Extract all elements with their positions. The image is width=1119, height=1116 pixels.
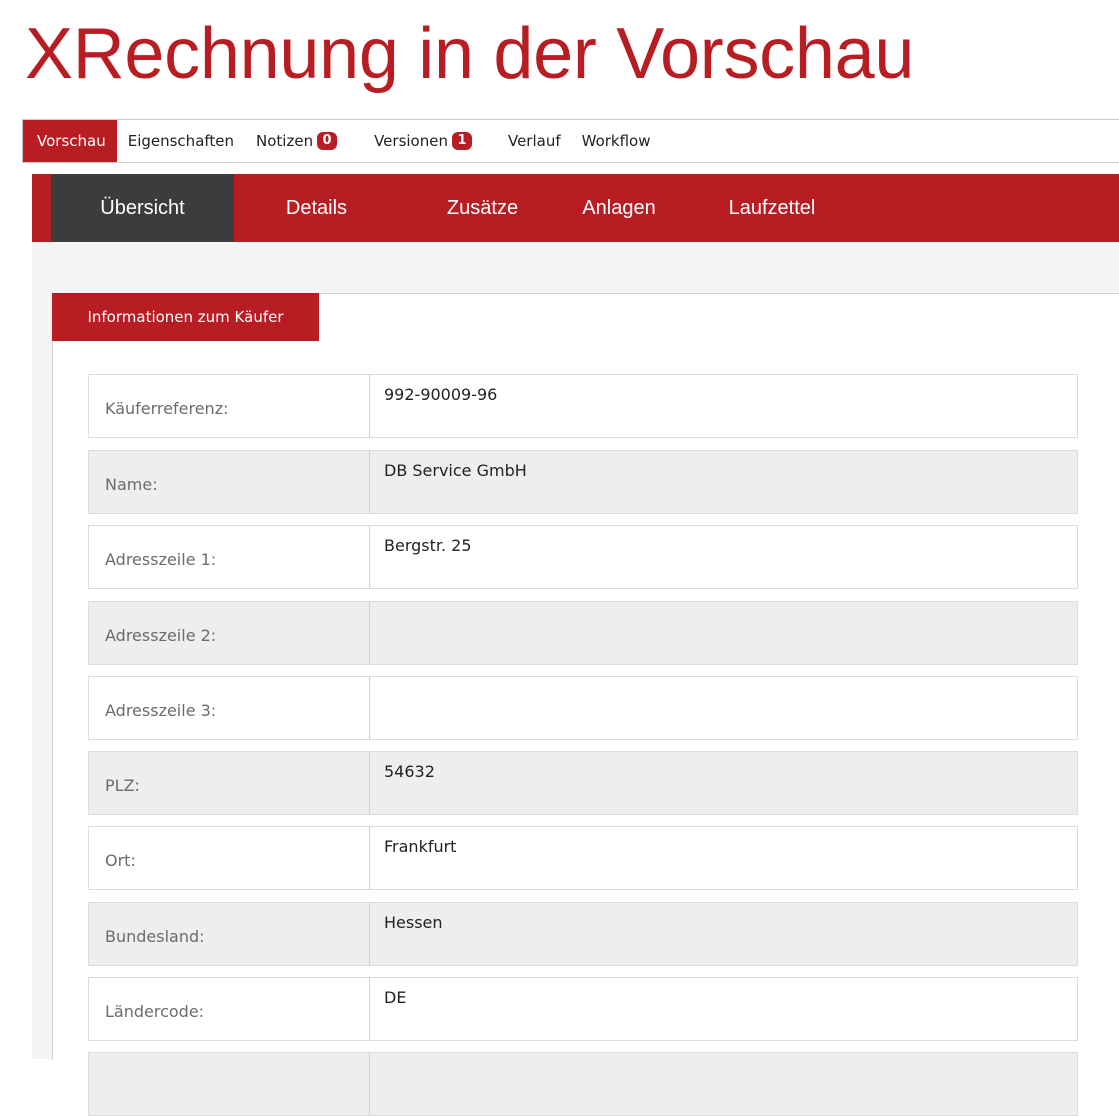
field-row-name: Name: DB Service GmbH xyxy=(88,450,1078,514)
field-value: Hessen xyxy=(384,913,443,932)
field-label: Käuferreferenz: xyxy=(89,375,370,437)
tab-laufzettel[interactable]: Laufzettel xyxy=(672,174,872,242)
tab-label: Details xyxy=(285,196,348,219)
tab-label: Workflow xyxy=(581,132,651,150)
field-label: Ländercode: xyxy=(89,978,370,1040)
tab-label: Übersicht xyxy=(100,196,185,219)
field-label: Ort: xyxy=(89,827,370,889)
tab-zusaetze[interactable]: Zusätze xyxy=(399,174,566,242)
field-row-bundesland: Bundesland: Hessen xyxy=(88,902,1078,966)
tab-label: Vorschau xyxy=(37,132,106,150)
field-row-partial xyxy=(88,1052,1078,1116)
tab-label: Eigenschaften xyxy=(127,132,235,150)
field-value xyxy=(370,677,1077,739)
field-label: Bundesland: xyxy=(89,903,370,965)
tab-vorschau[interactable]: Vorschau xyxy=(23,120,117,162)
field-value: 992-90009-96 xyxy=(384,385,498,404)
versionen-count-badge: 1 xyxy=(451,132,472,150)
notizen-count-badge: 0 xyxy=(317,132,338,150)
panel-header: Informationen zum Käufer xyxy=(52,293,319,341)
field-value: DB Service GmbH xyxy=(384,461,527,480)
tab-notizen[interactable]: Notizen 0 xyxy=(245,120,348,162)
field-label: Name: xyxy=(89,451,370,513)
tab-label: Laufzettel xyxy=(728,196,816,219)
document-tabs: Vorschau Eigenschaften Notizen 0 Version… xyxy=(22,119,1119,163)
tab-label: Anlagen xyxy=(582,196,656,219)
field-value: 54632 xyxy=(384,762,435,781)
field-label: PLZ: xyxy=(89,752,370,814)
field-row-plz: PLZ: 54632 xyxy=(88,751,1078,815)
field-label: Adresszeile 1: xyxy=(89,526,370,588)
field-row-adresszeile-1: Adresszeile 1: Bergstr. 25 xyxy=(88,525,1078,589)
field-value xyxy=(370,1053,1077,1115)
tab-workflow[interactable]: Workflow xyxy=(572,120,662,162)
field-value: Bergstr. 25 xyxy=(384,536,472,555)
field-row-laendercode: Ländercode: DE xyxy=(88,977,1078,1041)
tab-eigenschaften[interactable]: Eigenschaften xyxy=(117,120,245,162)
tab-label: Notizen xyxy=(256,132,314,150)
tab-uebersicht[interactable]: Übersicht xyxy=(51,174,234,242)
page-title: XRechnung in der Vorschau xyxy=(25,14,915,94)
field-label: Adresszeile 2: xyxy=(89,602,370,664)
tab-verlauf[interactable]: Verlauf xyxy=(483,120,572,162)
tab-label: Verlauf xyxy=(507,132,561,150)
tab-details[interactable]: Details xyxy=(234,174,399,242)
field-value: DE xyxy=(384,988,407,1007)
field-row-adresszeile-2: Adresszeile 2: xyxy=(88,601,1078,665)
field-label xyxy=(89,1053,370,1115)
field-value: Frankfurt xyxy=(384,837,457,856)
tab-label: Zusätze xyxy=(446,196,519,219)
field-row-kaeuferreferenz: Käuferreferenz: 992-90009-96 xyxy=(88,374,1078,438)
field-row-ort: Ort: Frankfurt xyxy=(88,826,1078,890)
section-tabs: Übersicht Details Zusätze Anlagen Laufze… xyxy=(32,174,1119,242)
field-row-adresszeile-3: Adresszeile 3: xyxy=(88,676,1078,740)
tab-label: Versionen xyxy=(374,132,448,150)
field-label: Adresszeile 3: xyxy=(89,677,370,739)
field-value xyxy=(370,602,1077,664)
tab-anlagen[interactable]: Anlagen xyxy=(566,174,672,242)
tab-versionen[interactable]: Versionen 1 xyxy=(348,120,483,162)
